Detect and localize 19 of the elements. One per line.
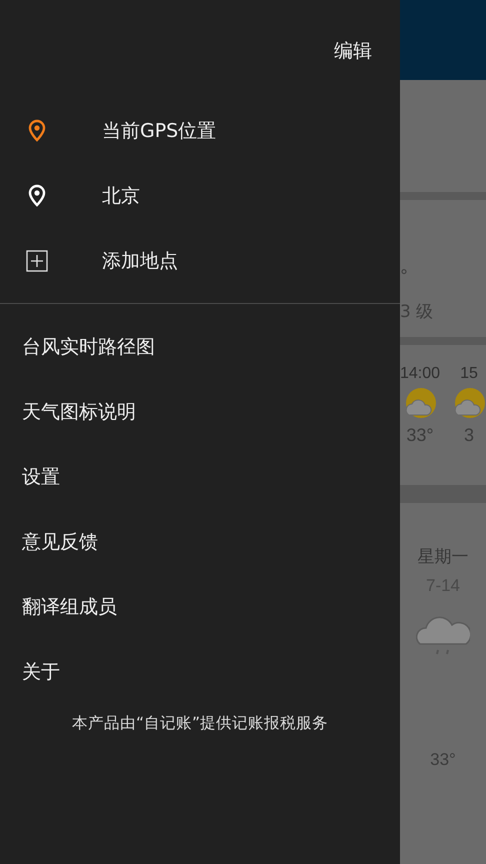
menu-item[interactable]: 翻译组成员 <box>0 575 400 640</box>
location-item[interactable]: 北京 <box>0 163 400 228</box>
location-label: 当前GPS位置 <box>102 118 216 144</box>
menu-item[interactable]: 关于 <box>0 640 400 705</box>
menu-item[interactable]: 设置 <box>0 445 400 510</box>
menu-item[interactable]: 台风实时路径图 <box>0 315 400 380</box>
location-item[interactable]: 当前GPS位置 <box>0 98 400 163</box>
location-label: 添加地点 <box>102 248 178 274</box>
footer-text: 本产品由“自记账”提供记账报税服务 <box>70 713 330 734</box>
hour-time: 14:00 <box>400 365 440 383</box>
add-box-icon <box>25 248 49 272</box>
temperature-unit: ° <box>400 266 408 285</box>
menu-item[interactable]: 意见反馈 <box>0 510 400 575</box>
location-label: 北京 <box>102 184 140 208</box>
hour-time: 15 <box>460 365 478 383</box>
location-item[interactable]: 添加地点 <box>0 228 400 293</box>
partly-cloudy-icon <box>403 387 438 421</box>
edit-button[interactable]: 编辑 <box>334 36 372 66</box>
menu-item[interactable]: 天气图标说明 <box>0 380 400 445</box>
